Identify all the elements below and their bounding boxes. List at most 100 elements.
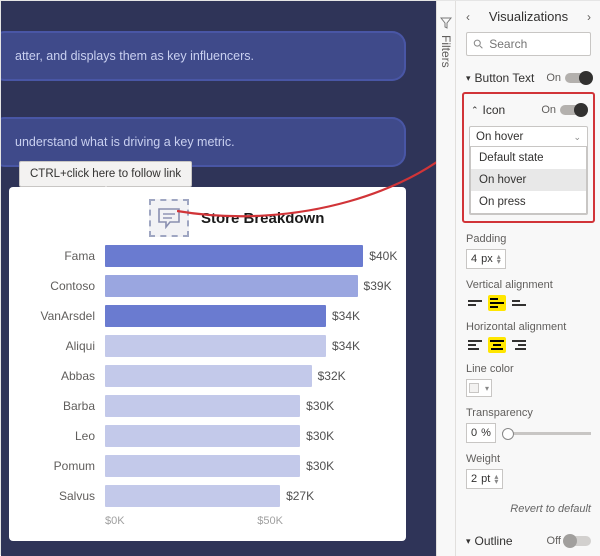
dropdown-selected-value: On hover bbox=[476, 131, 523, 143]
field-label-weight: Weight bbox=[466, 453, 591, 465]
halign-center[interactable] bbox=[488, 337, 506, 353]
color-chip bbox=[469, 383, 479, 393]
field-label-valign: Vertical alignment bbox=[466, 279, 591, 291]
chart-card[interactable]: Store Breakdown Fama$40KContoso$39KVanAr… bbox=[9, 187, 406, 541]
section-icon[interactable]: ⌃ Icon On bbox=[469, 98, 588, 122]
filters-label: Filters bbox=[439, 35, 453, 68]
section-outline[interactable]: ▾ Outline Off bbox=[466, 529, 591, 553]
tooltip-text: CTRL+click here to follow link bbox=[30, 168, 181, 180]
section-label: Icon bbox=[483, 103, 506, 117]
valign-bottom[interactable] bbox=[510, 295, 528, 311]
chevron-down-icon: ⌄ bbox=[573, 132, 581, 143]
toggle-state: Off bbox=[547, 535, 561, 547]
dropdown-list: Default stateOn hoverOn press bbox=[470, 146, 587, 214]
button-icon-placeholder[interactable] bbox=[149, 199, 189, 237]
field-label-halign: Horizontal alignment bbox=[466, 321, 591, 333]
hint-text: atter, and displays them as key influenc… bbox=[15, 49, 254, 63]
transparency-value: 0 bbox=[471, 427, 477, 439]
axis-tick: $0K bbox=[105, 515, 125, 527]
bar-label: Aliqui bbox=[23, 339, 105, 353]
valign-middle[interactable] bbox=[488, 295, 506, 311]
bar-track: $30K bbox=[105, 395, 392, 417]
bar-label: Contoso bbox=[23, 279, 105, 293]
hint-card-2: understand what is driving a key metric. bbox=[1, 117, 406, 167]
dropdown-option[interactable]: On press bbox=[471, 191, 586, 213]
toggle-button-text[interactable] bbox=[565, 73, 591, 83]
bar-track: $27K bbox=[105, 485, 392, 507]
search-icon bbox=[473, 38, 483, 50]
line-color-picker[interactable]: ▾ bbox=[466, 379, 492, 397]
bar-row[interactable]: VanArsdel $34K bbox=[23, 303, 392, 329]
weight-input[interactable]: 2 pt ▴▾ bbox=[466, 469, 503, 489]
bar-row[interactable]: Aliqui $34K bbox=[23, 333, 392, 359]
valign-top[interactable] bbox=[466, 295, 484, 311]
axis-tick: $50K bbox=[257, 515, 283, 527]
bar-fill bbox=[105, 245, 363, 267]
bar-value: $34K bbox=[332, 309, 360, 323]
panel-header: ‹ Visualizations › bbox=[466, 9, 591, 24]
bar-row[interactable]: Fama$40K bbox=[23, 243, 392, 269]
toggle-state: On bbox=[541, 104, 556, 116]
bar-value: $30K bbox=[306, 429, 334, 443]
bar-row[interactable]: Contoso$39K bbox=[23, 273, 392, 299]
bar-label: VanArsdel bbox=[23, 309, 105, 323]
bar-value: $30K bbox=[306, 399, 334, 413]
chevron-left-icon[interactable]: ‹ bbox=[466, 10, 470, 24]
chevron-down-icon: ⌃ bbox=[471, 105, 479, 116]
visualizations-panel: ‹ Visualizations › ▾ Button Text On ⌃ Ic… bbox=[456, 1, 600, 556]
chat-bubble-icon bbox=[157, 207, 181, 229]
chart-header: Store Breakdown bbox=[23, 199, 392, 237]
transparency-input[interactable]: 0 % bbox=[466, 423, 496, 443]
bar-row[interactable]: Salvus$27K bbox=[23, 483, 392, 509]
weight-unit: pt bbox=[481, 473, 490, 485]
search-input[interactable] bbox=[489, 37, 584, 51]
halign-right[interactable] bbox=[510, 337, 528, 353]
field-label-transparency: Transparency bbox=[466, 407, 591, 419]
bar-track: $30K bbox=[105, 425, 392, 447]
transparency-slider[interactable] bbox=[502, 432, 591, 435]
bar-label: Salvus bbox=[23, 489, 105, 503]
bar-track: $40K bbox=[105, 245, 392, 267]
bar-row[interactable]: Barba $30K bbox=[23, 393, 392, 419]
report-canvas: atter, and displays them as key influenc… bbox=[1, 1, 436, 556]
chevron-right-icon[interactable]: › bbox=[587, 10, 591, 24]
dropdown-option[interactable]: On hover bbox=[471, 169, 586, 191]
funnel-icon bbox=[440, 17, 452, 29]
search-box[interactable] bbox=[466, 32, 591, 56]
bar-fill bbox=[105, 335, 326, 357]
spinner-icon[interactable]: ▴▾ bbox=[497, 254, 501, 264]
spinner-icon[interactable]: ▴▾ bbox=[494, 474, 498, 484]
x-axis: $0K $50K bbox=[23, 515, 283, 527]
weight-value: 2 bbox=[471, 473, 477, 485]
icon-state-dropdown[interactable]: On hover ⌄ Default stateOn hoverOn press bbox=[469, 126, 588, 215]
chevron-down-icon: ▾ bbox=[466, 536, 471, 547]
bar-row[interactable]: Leo $30K bbox=[23, 423, 392, 449]
bar-row[interactable]: Pomum$30K bbox=[23, 453, 392, 479]
bar-label: Barba bbox=[23, 399, 105, 413]
icon-section-callout: ⌃ Icon On On hover ⌄ Default stateOn hov… bbox=[462, 92, 595, 223]
bar-track: $34K bbox=[105, 305, 392, 327]
filters-rail[interactable]: Filters bbox=[436, 1, 456, 556]
bar-value: $30K bbox=[306, 459, 334, 473]
dropdown-option[interactable]: Default state bbox=[471, 147, 586, 169]
bar-fill bbox=[105, 425, 300, 447]
halign-left[interactable] bbox=[466, 337, 484, 353]
hint-card-1: atter, and displays them as key influenc… bbox=[1, 31, 406, 81]
section-label: Outline bbox=[475, 534, 513, 548]
section-button-text[interactable]: ▾ Button Text On bbox=[466, 66, 591, 90]
toggle-outline[interactable] bbox=[565, 536, 591, 546]
bar-label: Leo bbox=[23, 429, 105, 443]
bar-value: $34K bbox=[332, 339, 360, 353]
revert-to-default-link[interactable]: Revert to default bbox=[466, 503, 591, 515]
bar-track: $39K bbox=[105, 275, 392, 297]
bar-fill bbox=[105, 305, 326, 327]
bar-label: Fama bbox=[23, 249, 105, 263]
toggle-state: On bbox=[546, 72, 561, 84]
bar-value: $40K bbox=[369, 249, 397, 263]
bar-fill bbox=[105, 485, 280, 507]
bar-track: $32K bbox=[105, 365, 392, 387]
bar-row[interactable]: Abbas$32K bbox=[23, 363, 392, 389]
toggle-icon[interactable] bbox=[560, 105, 586, 115]
bar-label: Abbas bbox=[23, 369, 105, 383]
padding-input[interactable]: 4 px ▴▾ bbox=[466, 249, 506, 269]
